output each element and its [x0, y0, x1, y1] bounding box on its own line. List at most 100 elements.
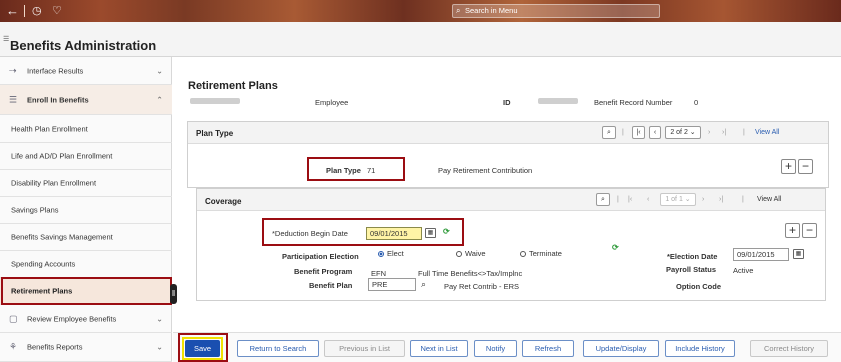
menu-search-input[interactable]: ⌕ Search in Menu	[452, 4, 660, 18]
plan-type-pager-select[interactable]: 2 of 2 ⌄	[665, 126, 701, 139]
waive-radio[interactable]: Waive	[456, 249, 486, 258]
sidebar-item-label: Disability Plan Enrollment	[11, 178, 97, 188]
plan-type-title: Plan Type	[196, 129, 234, 138]
sidebar-item-disability[interactable]: Disability Plan Enrollment	[0, 170, 172, 197]
plan-type-view-all-link[interactable]: View All	[755, 127, 779, 138]
election-date-label: *Election Date	[667, 252, 718, 261]
top-banner: ← ◷ ♡ ⌕ Search in Menu	[0, 0, 841, 22]
participation-election-label: Participation Election	[282, 252, 359, 261]
title-bar: ☰ Benefits Administration	[0, 22, 841, 57]
terminate-label: Terminate	[529, 249, 562, 258]
radio-icon	[456, 251, 462, 257]
sidebar-item-review-employee-benefits[interactable]: ▢ Review Employee Benefits ⌄	[0, 305, 172, 333]
delete-coverage-button[interactable]: −	[802, 223, 817, 238]
chevron-down-icon: ⌄	[156, 66, 163, 75]
elect-radio[interactable]: Elect	[378, 249, 404, 258]
employee-name-redacted	[190, 98, 240, 104]
coverage-header: Coverage	[197, 189, 825, 211]
election-date-input[interactable]: 09/01/2015	[733, 248, 789, 261]
coverage-view-all-link[interactable]: View All	[757, 194, 781, 205]
divider	[24, 5, 25, 17]
divider: |	[617, 196, 619, 203]
review-icon: ▢	[9, 313, 18, 323]
previous-page-icon: ‹	[647, 196, 650, 203]
add-coverage-button[interactable]: +	[785, 223, 800, 238]
pager-value: 2 of 2	[670, 129, 688, 136]
benefit-program-value: EFN	[371, 269, 386, 278]
sidebar-item-life-add[interactable]: Life and AD/D Plan Enrollment	[0, 143, 172, 170]
radio-selected-icon	[378, 251, 384, 257]
plan-type-search-icon[interactable]: ⌕	[602, 126, 616, 139]
previous-page-icon[interactable]: ‹	[649, 126, 661, 139]
benefit-plan-description: Pay Ret Contrib - ERS	[444, 282, 520, 291]
highlight-box-save	[178, 333, 228, 362]
search-placeholder: Search in Menu	[465, 6, 518, 15]
sidebar-item-benefits-reports[interactable]: ⚘ Benefits Reports ⌄	[0, 333, 172, 362]
highlight-box-deduction-date	[262, 218, 464, 246]
terminate-radio[interactable]: Terminate	[520, 249, 562, 258]
coverage-title: Coverage	[205, 197, 242, 206]
coverage-pager-select[interactable]: 1 of 1 ⌄	[660, 193, 696, 206]
delete-row-button[interactable]: −	[798, 159, 813, 174]
sidebar-item-label: Health Plan Enrollment	[11, 124, 88, 133]
sidebar-item-label: Benefits Savings Management	[11, 232, 113, 242]
include-history-button[interactable]: Include History	[665, 340, 735, 357]
refresh-icon[interactable]: ⟳	[612, 243, 619, 252]
lookup-search-icon[interactable]: ⌕	[421, 279, 426, 290]
sidebar-item-label: Enroll In Benefits	[27, 95, 89, 104]
previous-in-list-button[interactable]: Previous in List	[324, 340, 405, 357]
search-icon: ⌕	[456, 6, 461, 15]
option-code-label: Option Code	[676, 282, 721, 291]
sidebar-item-label: Review Employee Benefits	[27, 314, 117, 323]
sidebar-item-savings-plans[interactable]: Savings Plans	[0, 197, 172, 224]
chevron-down-icon: ⌄	[156, 342, 163, 352]
calendar-icon[interactable]: ▦	[793, 249, 804, 259]
return-to-search-button[interactable]: Return to Search	[237, 340, 319, 357]
benefit-record-label: Benefit Record Number	[594, 98, 673, 107]
last-page-icon: ›|	[719, 196, 724, 203]
benefit-program-label: Benefit Program	[294, 267, 353, 276]
sidebar-collapse-handle[interactable]: ‖	[170, 284, 177, 304]
benefit-program-description: Full Time Benefits<>Tax/Implnc	[418, 269, 523, 278]
sidebar-item-interface-results[interactable]: ⇢ Interface Results ⌄	[0, 57, 172, 85]
payroll-status-value: Active	[733, 266, 754, 275]
notify-button[interactable]: Notify	[474, 340, 517, 357]
sidebar-item-spending-accounts[interactable]: Spending Accounts	[0, 251, 172, 278]
sidebar-item-label: Savings Plans	[11, 205, 59, 215]
waive-label: Waive	[465, 249, 486, 258]
coverage-search-icon[interactable]: ⌕	[596, 193, 610, 206]
history-icon[interactable]: ◷	[32, 3, 42, 19]
elect-label: Elect	[387, 249, 404, 258]
highlight-box-plan-type	[307, 157, 405, 181]
correct-history-button[interactable]: Correct History	[750, 340, 828, 357]
plan-type-header: Plan Type	[188, 122, 828, 144]
back-arrow-icon[interactable]: ←	[6, 3, 19, 19]
enroll-icon: ☰	[9, 94, 18, 104]
add-row-button[interactable]: +	[781, 159, 796, 174]
menu-icon[interactable]: ☰	[3, 35, 9, 43]
sidebar-item-health-plan[interactable]: Health Plan Enrollment	[0, 115, 172, 143]
id-value-redacted	[538, 98, 578, 104]
sidebar-item-label: Spending Accounts	[11, 259, 76, 269]
highlight-box-retirement-plans	[1, 277, 172, 305]
benefit-plan-input[interactable]: PRE	[368, 278, 416, 291]
divider: |	[622, 129, 624, 136]
plan-type-panel: Plan Type	[187, 121, 829, 188]
payroll-status-label: Payroll Status	[666, 265, 717, 274]
reports-icon: ⚘	[9, 341, 18, 352]
page-title: Retirement Plans	[188, 80, 278, 92]
chevron-up-icon: ⌃	[156, 95, 163, 104]
refresh-button[interactable]: Refresh	[522, 340, 574, 357]
sidebar-item-benefits-savings[interactable]: Benefits Savings Management	[0, 224, 172, 251]
update-display-button[interactable]: Update/Display	[583, 340, 659, 357]
next-page-icon: ›	[708, 129, 711, 136]
pager-value: 1 of 1	[665, 196, 683, 203]
divider: |	[742, 196, 744, 203]
sidebar-item-enroll-in-benefits[interactable]: ☰ Enroll In Benefits ⌃	[0, 85, 172, 115]
benefit-plan-label: Benefit Plan	[309, 281, 353, 290]
next-page-icon: ›	[702, 196, 705, 203]
sidebar-item-label: Life and AD/D Plan Enrollment	[11, 151, 113, 161]
first-page-icon[interactable]: |‹	[632, 126, 645, 139]
next-in-list-button[interactable]: Next in List	[410, 340, 468, 357]
favorites-heart-icon[interactable]: ♡	[52, 3, 62, 19]
